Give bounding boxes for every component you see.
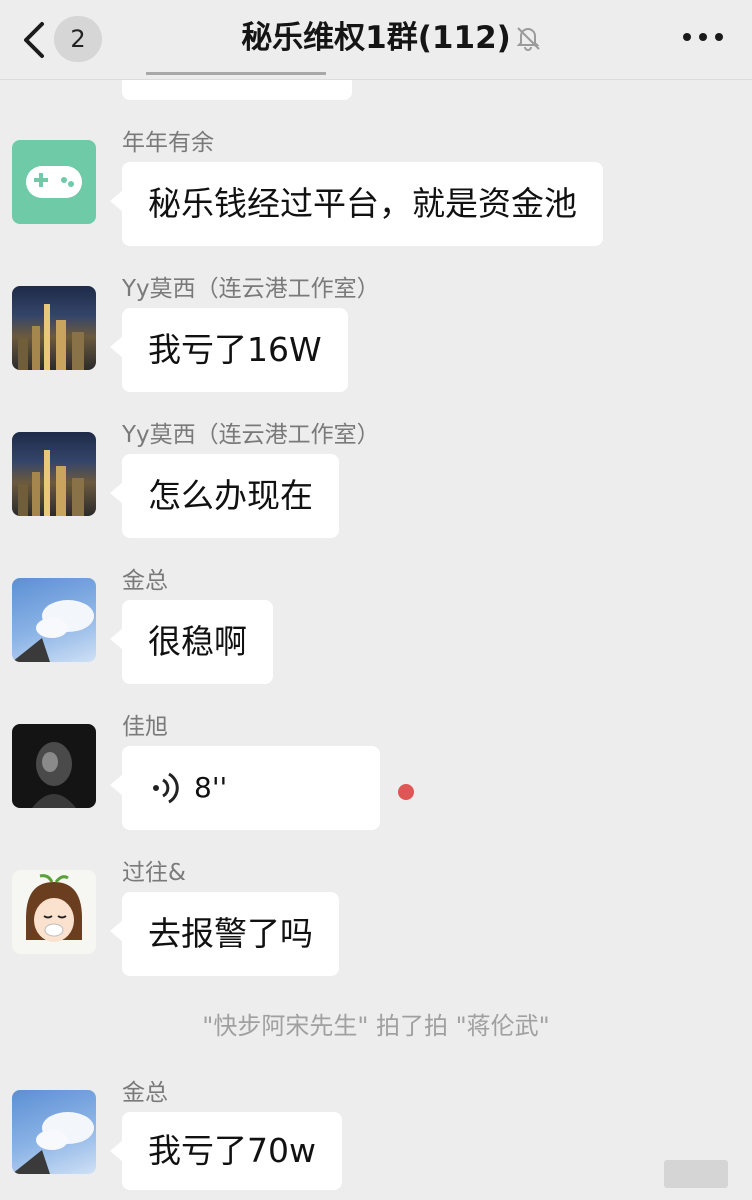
city-night-avatar[interactable] — [12, 432, 96, 516]
unread-voice-dot — [398, 784, 414, 800]
cartoon-image — [26, 874, 82, 942]
cropped-text-fragment — [146, 72, 326, 84]
voice-icon — [153, 772, 179, 804]
gamepad-avatar[interactable] — [12, 140, 96, 224]
city-skyline-image — [18, 304, 84, 370]
sky-avatar[interactable] — [12, 578, 96, 662]
portrait-bw-avatar[interactable] — [12, 724, 96, 808]
sender-name: 过往& — [122, 860, 186, 886]
sender-name: 金总 — [122, 1080, 168, 1106]
city-skyline-image — [18, 450, 84, 516]
message-bubble[interactable]: 我亏了16W — [110, 308, 348, 392]
message-bubble[interactable]: 我亏了70w — [110, 1112, 342, 1190]
message-bubble[interactable]: 怎么办现在 — [110, 454, 339, 538]
cloud-image — [12, 600, 94, 662]
sky-avatar[interactable] — [12, 1090, 96, 1174]
sender-name: 金总 — [122, 568, 168, 594]
system-note-pat: "快步阿宋先生" 拍了拍 "蒋伦武" — [202, 1012, 550, 1040]
unread-count-badge[interactable]: 2 — [54, 16, 102, 62]
portrait-image — [32, 742, 76, 808]
cartoon-girl-avatar[interactable] — [12, 870, 96, 954]
chat-header: 2 秘乐维权1群(112) — [0, 0, 752, 80]
gamepad-icon — [26, 166, 82, 198]
more-icon[interactable] — [682, 32, 724, 42]
cloud-image — [12, 1112, 94, 1174]
watermark-block — [664, 1160, 728, 1188]
sender-name: 佳旭 — [122, 714, 168, 740]
back-icon[interactable] — [20, 20, 50, 60]
message-bubble[interactable]: 很稳啊 — [110, 600, 273, 684]
message-bubble[interactable]: 秘乐钱经过平台，就是资金池 — [110, 162, 603, 246]
message-bubble[interactable]: 去报警了吗 — [110, 892, 339, 976]
city-night-avatar[interactable] — [12, 286, 96, 370]
sender-name: 年年有余 — [122, 130, 214, 156]
sender-name: Yy莫西（连云港工作室） — [122, 422, 380, 448]
mute-icon — [516, 27, 540, 51]
previous-message-bubble — [122, 72, 352, 100]
voice-duration: 8'' — [194, 771, 228, 804]
voice-message-bubble[interactable]: 8'' — [110, 746, 380, 830]
sender-name: Yy莫西（连云港工作室） — [122, 276, 380, 302]
